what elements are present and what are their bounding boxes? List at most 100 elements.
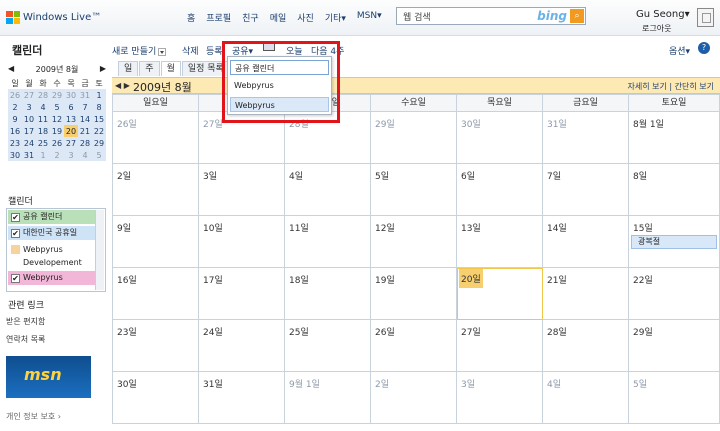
day-cell[interactable]: 28일 [285, 112, 371, 164]
tab-day[interactable]: 일 [118, 61, 139, 76]
menu-item-shared-calendar[interactable]: 공유 캘린더 [230, 60, 329, 75]
calendar-color-swatch[interactable] [11, 245, 20, 254]
mini-day[interactable]: 5 [50, 101, 64, 113]
mini-day[interactable]: 10 [22, 113, 36, 125]
mini-day[interactable]: 22 [92, 125, 106, 137]
day-cell[interactable]: 5일 [629, 372, 720, 424]
day-cell[interactable]: 18일 [285, 268, 371, 320]
mini-day[interactable]: 30 [8, 149, 22, 161]
day-cell[interactable]: 22일 [629, 268, 720, 320]
delete-button[interactable]: 삭제 [182, 44, 199, 57]
menu-item-webpyrus-dev[interactable]: Webpyrus Developement [230, 78, 329, 105]
day-cell[interactable]: 27일 [199, 112, 285, 164]
mini-day[interactable]: 6 [64, 101, 78, 113]
nav-mail[interactable]: 메일 [270, 11, 287, 24]
mini-day[interactable]: 8 [92, 101, 106, 113]
day-cell[interactable]: 28일 [543, 320, 629, 372]
calendar-item-webpyrus-dev[interactable]: Webpyrus Developement [8, 242, 95, 270]
event-item[interactable]: 광복절 [631, 235, 717, 249]
mini-day[interactable]: 3 [22, 101, 36, 113]
day-cell[interactable]: 9일 [113, 216, 199, 268]
day-cell[interactable]: 13일 [457, 216, 543, 268]
mini-day[interactable]: 27 [22, 89, 36, 101]
nav-msn[interactable]: MSN▾ [357, 11, 382, 24]
mini-day[interactable]: 19 [50, 125, 64, 137]
day-cell[interactable]: 26일 [371, 320, 457, 372]
help-icon[interactable]: ? [698, 42, 710, 54]
day-cell[interactable]: 29일 [371, 112, 457, 164]
mini-day[interactable]: 21 [78, 125, 92, 137]
calendar-item-shared[interactable]: ✔ 공유 캘린더 [8, 210, 95, 224]
mini-day[interactable]: 9 [8, 113, 22, 125]
day-cell[interactable]: 21일 [543, 268, 629, 320]
day-cell[interactable]: 17일 [199, 268, 285, 320]
nav-profile[interactable]: 프로필 [206, 11, 231, 24]
nav-friends[interactable]: 친구 [242, 11, 259, 24]
day-cell[interactable]: 3일 [199, 164, 285, 216]
windows-live-logo[interactable]: Windows Live™ [6, 11, 101, 24]
month-nav-arrows[interactable]: ◀ ▶ [115, 81, 130, 90]
day-cell[interactable]: 4일 [543, 372, 629, 424]
day-cell[interactable]: 15일 광복절 [629, 216, 720, 268]
nav-home[interactable]: 홈 [187, 11, 195, 24]
day-cell[interactable]: 19일 [371, 268, 457, 320]
mini-day[interactable]: 18 [36, 125, 50, 137]
mini-day[interactable]: 30 [64, 89, 78, 101]
mini-day[interactable]: 25 [36, 137, 50, 149]
avatar[interactable] [697, 8, 714, 27]
mini-day[interactable]: 7 [78, 101, 92, 113]
options-button[interactable]: 옵션▾ [669, 44, 690, 57]
calendar-item-holidays[interactable]: ✔ 대한민국 공휴일 [8, 226, 95, 240]
mini-day[interactable]: 28 [36, 89, 50, 101]
mini-day[interactable]: 29 [50, 89, 64, 101]
day-cell[interactable]: 27일 [457, 320, 543, 372]
new-item-button[interactable]: 새로 만들기 [112, 44, 167, 57]
mini-day[interactable]: 15 [92, 113, 106, 125]
day-cell[interactable]: 6일 [457, 164, 543, 216]
day-cell[interactable]: 7일 [543, 164, 629, 216]
mini-day[interactable]: 26 [8, 89, 22, 101]
register-button[interactable]: 등록 [206, 44, 223, 57]
day-cell[interactable]: 26일 [113, 112, 199, 164]
mini-day[interactable]: 31 [22, 149, 36, 161]
user-name[interactable]: Gu Seong▾ [636, 9, 690, 20]
mini-day[interactable]: 24 [22, 137, 36, 149]
mini-day[interactable]: 26 [50, 137, 64, 149]
mini-day[interactable]: 29 [92, 137, 106, 149]
search-input[interactable]: 웹 검색 [397, 10, 537, 23]
mini-day[interactable]: 28 [78, 137, 92, 149]
printer-icon[interactable] [263, 42, 275, 51]
link-contacts[interactable]: 연락처 목록 [6, 334, 45, 345]
mini-day[interactable]: 2 [8, 101, 22, 113]
day-cell[interactable]: 9월 1일 [285, 372, 371, 424]
mini-next-icon[interactable]: ▶ [100, 64, 106, 75]
mini-day[interactable]: 13 [64, 113, 78, 125]
mini-day[interactable]: 1 [92, 89, 106, 101]
simple-view-link[interactable]: 간단히 보기 [675, 82, 714, 91]
mini-day[interactable]: 31 [78, 89, 92, 101]
tab-week[interactable]: 주 [139, 61, 160, 76]
day-cell[interactable]: 8월 1일 [629, 112, 720, 164]
day-cell[interactable]: 16일 [113, 268, 199, 320]
privacy-link[interactable]: 개인 정보 보호 › [6, 411, 61, 422]
search-icon[interactable]: ⌕ [570, 9, 584, 23]
chevron-down-icon[interactable] [158, 47, 167, 56]
mini-day[interactable]: 27 [64, 137, 78, 149]
nav-more[interactable]: 기타▾ [325, 11, 346, 24]
menu-item-webpyrus[interactable]: Webpyrus [230, 97, 329, 112]
logout-link[interactable]: 로그아웃 [642, 23, 671, 34]
tab-agenda[interactable]: 일정 목록 [181, 61, 230, 76]
day-cell[interactable]: 30일 [457, 112, 543, 164]
day-cell[interactable]: 4일 [285, 164, 371, 216]
mini-day[interactable]: 12 [50, 113, 64, 125]
mini-day[interactable]: 17 [22, 125, 36, 137]
mini-day[interactable]: 16 [8, 125, 22, 137]
day-cell[interactable]: 12일 [371, 216, 457, 268]
day-cell[interactable]: 23일 [113, 320, 199, 372]
day-cell[interactable]: 31일 [199, 372, 285, 424]
day-cell[interactable]: 14일 [543, 216, 629, 268]
calendar-item-webpyrus[interactable]: ✔ Webpyrus [8, 271, 95, 285]
link-inbox[interactable]: 받은 편지함 [6, 316, 45, 327]
day-cell[interactable]: 31일 [543, 112, 629, 164]
day-cell[interactable]: 8일 [629, 164, 720, 216]
